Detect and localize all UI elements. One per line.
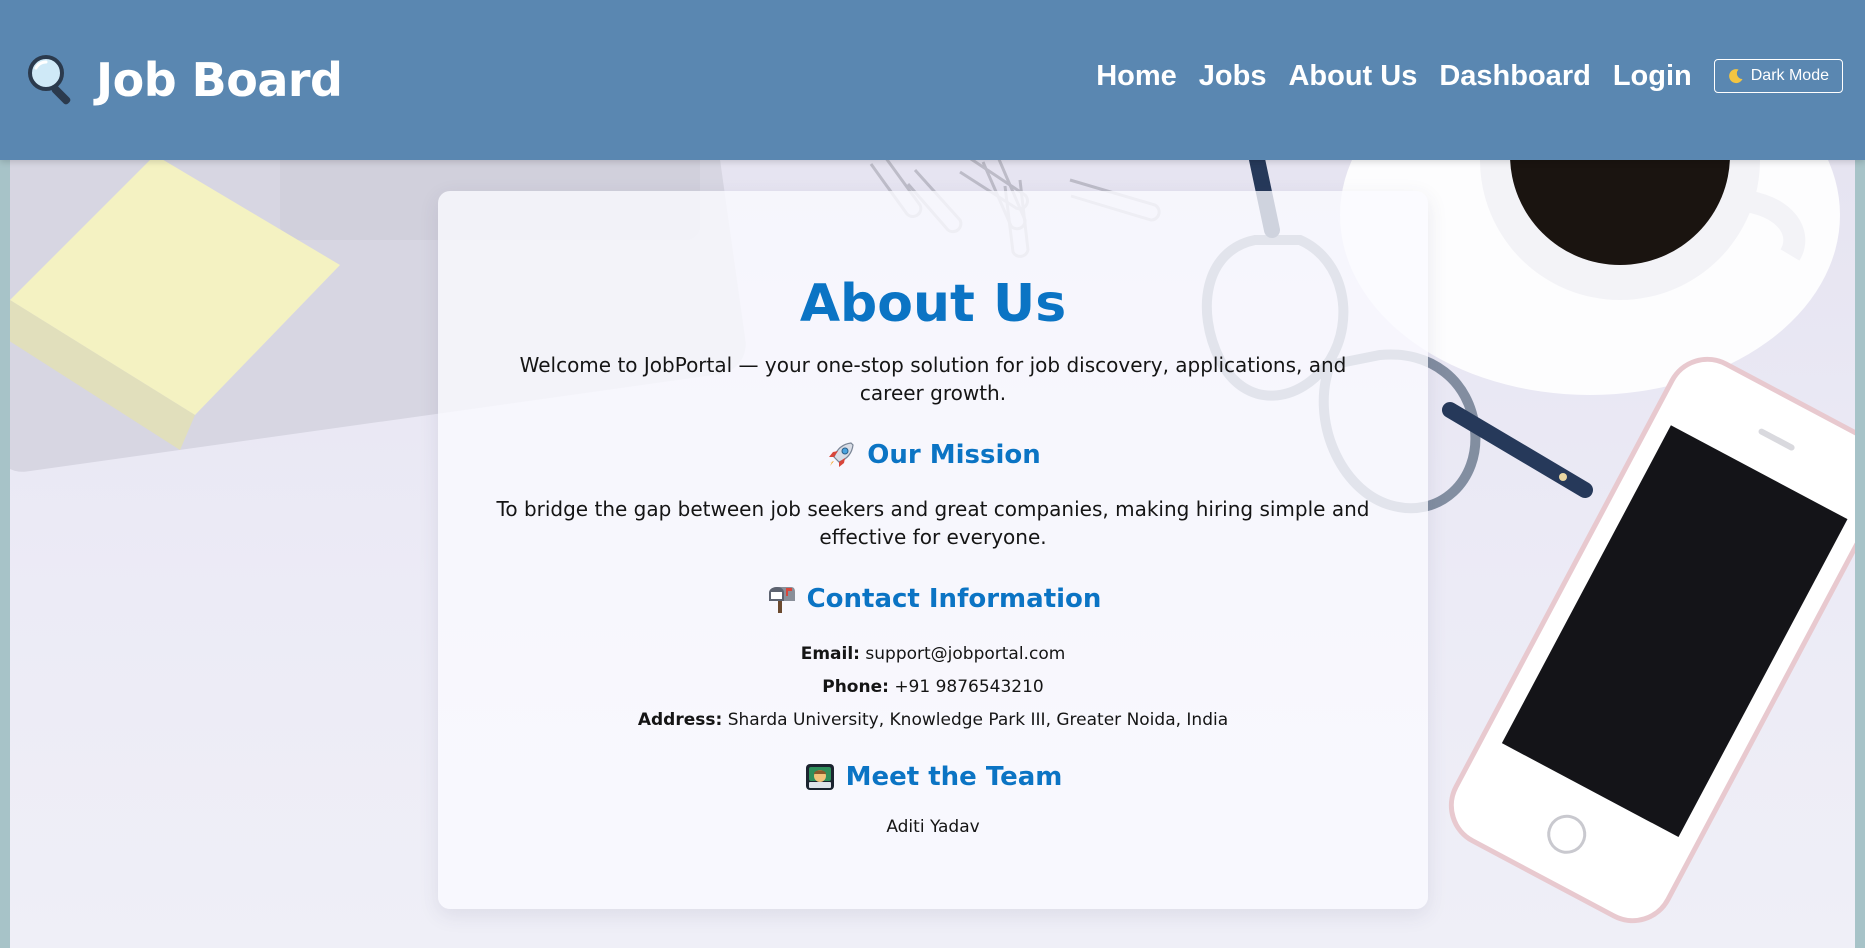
mission-title: Our Mission	[867, 440, 1041, 471]
phone-value: +91 9876543210	[894, 677, 1044, 698]
mailbox-icon	[768, 586, 795, 613]
rocket-icon	[829, 442, 854, 468]
address-value: Sharda University, Knowledge Park III, G…	[727, 710, 1229, 731]
dark-mode-button[interactable]: Dark Mode	[1713, 59, 1843, 93]
phone-label: Phone:	[822, 677, 889, 698]
site-header: Job Board Home Jobs About Us Dashboard L…	[0, 0, 1865, 160]
nav-login-link[interactable]: Login	[1613, 60, 1692, 93]
brand[interactable]: Job Board	[24, 48, 343, 112]
contact-phone-row: Phone: +91 9876543210	[494, 671, 1372, 704]
magnifier-icon	[28, 55, 71, 105]
contact-email-row: Email: support@jobportal.com	[494, 638, 1372, 671]
address-label: Address:	[637, 710, 723, 731]
moon-icon	[1728, 69, 1743, 84]
main-nav: Home Jobs About Us Dashboard Login Dark …	[1096, 56, 1843, 96]
technologist-icon	[805, 764, 834, 791]
brand-title: Job Board	[96, 53, 343, 107]
nav-home-link[interactable]: Home	[1096, 60, 1177, 93]
intro-text: Welcome to JobPortal — your one-stop sol…	[519, 353, 1347, 406]
email-value: support@jobportal.com	[865, 644, 1066, 665]
contact-details: Email: support@jobportal.com Phone: +91 …	[494, 638, 1372, 737]
contact-heading: Contact Information	[494, 581, 1372, 617]
about-card: About Us Welcome to JobPortal — your one…	[438, 191, 1428, 909]
page-title: About Us	[799, 274, 1067, 334]
nav-about-link[interactable]: About Us	[1288, 60, 1417, 93]
contact-title: Contact Information	[806, 583, 1102, 614]
dark-mode-label: Dark Mode	[1750, 67, 1829, 84]
contact-address-row: Address: Sharda University, Knowledge Pa…	[494, 704, 1372, 737]
nav-dashboard-link[interactable]: Dashboard	[1439, 60, 1590, 93]
team-heading: Meet the Team	[494, 759, 1372, 795]
team-member: Aditi Yadav	[886, 816, 980, 837]
mission-text: To bridge the gap between job seekers an…	[496, 496, 1370, 549]
email-label: Email:	[800, 644, 860, 665]
team-title: Meet the Team	[845, 762, 1063, 793]
mission-heading: Our Mission	[494, 437, 1372, 473]
nav-jobs-link[interactable]: Jobs	[1199, 60, 1267, 93]
